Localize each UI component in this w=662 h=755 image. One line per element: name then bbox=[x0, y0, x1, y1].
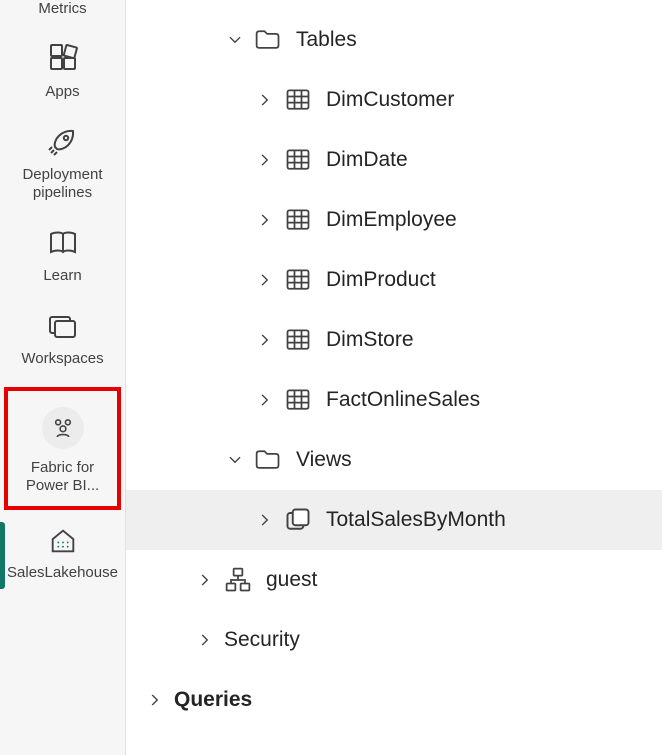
people-icon bbox=[42, 407, 84, 449]
table-icon bbox=[284, 326, 312, 354]
table-icon bbox=[284, 206, 312, 234]
lakehouse-icon bbox=[46, 524, 80, 558]
chevron-right-icon[interactable] bbox=[196, 571, 214, 589]
folder-icon bbox=[254, 446, 282, 474]
nav-item-workspaces[interactable]: Workspaces bbox=[0, 300, 125, 383]
tree-node-security[interactable]: Security bbox=[126, 610, 662, 670]
nav-item-metrics[interactable]: Metrics bbox=[0, 0, 125, 33]
tree-node-label: DimDate bbox=[326, 148, 408, 172]
tree-node-guest[interactable]: guest bbox=[126, 550, 662, 610]
tree-node-label: Queries bbox=[174, 688, 252, 712]
nav-item-learn[interactable]: Learn bbox=[0, 217, 125, 300]
tree-node-queries[interactable]: Queries bbox=[126, 670, 662, 730]
tree-node-dimemployee[interactable]: DimEmployee bbox=[126, 190, 662, 250]
nav-item-apps[interactable]: Apps bbox=[0, 33, 125, 116]
chevron-right-icon[interactable] bbox=[196, 631, 214, 649]
tree-node-factonlinesales[interactable]: FactOnlineSales bbox=[126, 370, 662, 430]
nav-item-label: SalesLakehouse bbox=[7, 564, 118, 583]
tree-node-label: FactOnlineSales bbox=[326, 388, 480, 412]
table-icon bbox=[284, 146, 312, 174]
nav-rail: Metrics Apps Deployment pipelines bbox=[0, 0, 126, 755]
schema-icon bbox=[224, 566, 252, 594]
chevron-right-icon[interactable] bbox=[256, 271, 274, 289]
folder-icon bbox=[254, 26, 282, 54]
tree-node-dimdate[interactable]: DimDate bbox=[126, 130, 662, 190]
tree-node-label: DimEmployee bbox=[326, 208, 457, 232]
chevron-right-icon[interactable] bbox=[256, 511, 274, 529]
book-icon bbox=[46, 227, 80, 261]
nav-item-deployment-pipelines[interactable]: Deployment pipelines bbox=[0, 116, 125, 218]
nav-item-label: Deployment pipelines bbox=[4, 166, 121, 204]
tree-node-totalsalesbymonth[interactable]: TotalSalesByMonth bbox=[126, 490, 662, 550]
tree-node-label: TotalSalesByMonth bbox=[326, 508, 506, 532]
view-icon bbox=[284, 506, 312, 534]
nav-item-label: Metrics bbox=[38, 0, 86, 19]
nav-item-fabric-power-bi[interactable]: Fabric for Power BI... bbox=[4, 387, 121, 511]
explorer-tree: Tables DimCustomer DimDate DimEmployee DimPr… bbox=[126, 0, 662, 755]
tree-node-label: Security bbox=[224, 628, 300, 652]
table-icon bbox=[284, 266, 312, 294]
chevron-right-icon[interactable] bbox=[256, 91, 274, 109]
rocket-icon bbox=[46, 126, 80, 160]
chevron-down-icon[interactable] bbox=[226, 31, 244, 49]
tree-node-dimproduct[interactable]: DimProduct bbox=[126, 250, 662, 310]
chevron-right-icon[interactable] bbox=[256, 211, 274, 229]
chevron-right-icon[interactable] bbox=[256, 151, 274, 169]
nav-item-label: Apps bbox=[45, 83, 79, 102]
tree-node-dimstore[interactable]: DimStore bbox=[126, 310, 662, 370]
table-icon bbox=[284, 86, 312, 114]
chevron-right-icon[interactable] bbox=[146, 691, 164, 709]
nav-item-label: Learn bbox=[43, 267, 81, 286]
workspaces-icon bbox=[46, 310, 80, 344]
chevron-right-icon[interactable] bbox=[256, 331, 274, 349]
tree-node-label: guest bbox=[266, 568, 317, 592]
apps-icon bbox=[46, 43, 80, 77]
nav-item-label: Fabric for Power BI... bbox=[10, 459, 115, 497]
tree-node-label: DimStore bbox=[326, 328, 414, 352]
chevron-down-icon[interactable] bbox=[226, 451, 244, 469]
nav-item-label: Workspaces bbox=[21, 350, 103, 369]
tree-node-dimcustomer[interactable]: DimCustomer bbox=[126, 70, 662, 130]
tree-node-label: DimProduct bbox=[326, 268, 436, 292]
tree-node-label: Tables bbox=[296, 28, 357, 52]
tree-node-label: Views bbox=[296, 448, 352, 472]
nav-item-saleslakehouse[interactable]: SalesLakehouse bbox=[0, 514, 125, 597]
tree-node-label: DimCustomer bbox=[326, 88, 454, 112]
table-icon bbox=[284, 386, 312, 414]
chevron-right-icon[interactable] bbox=[256, 391, 274, 409]
tree-node-views[interactable]: Views bbox=[126, 430, 662, 490]
tree-node-tables[interactable]: Tables bbox=[126, 10, 662, 70]
